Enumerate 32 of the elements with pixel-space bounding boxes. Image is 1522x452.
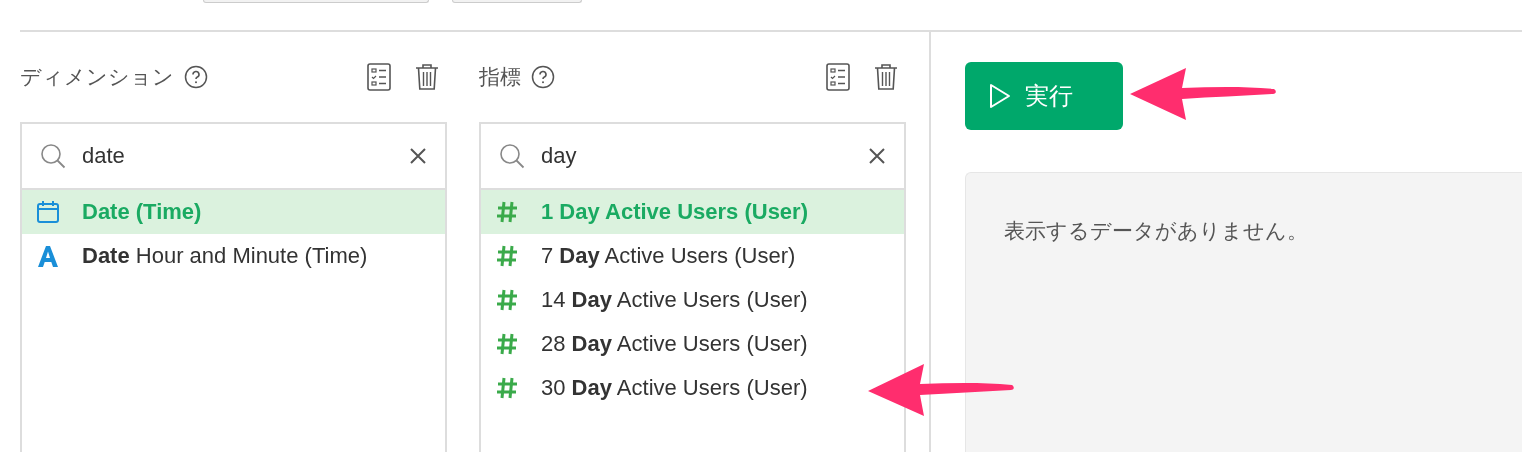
list-item[interactable]: 14 Day Active Users (User) bbox=[481, 278, 814, 322]
list-item[interactable]: 30 Day Active Users (User) bbox=[481, 366, 814, 410]
list-item[interactable]: 28 Day Active Users (User) bbox=[481, 322, 814, 366]
hash-icon bbox=[495, 288, 519, 312]
list-item[interactable]: Date Hour and Minute (Time) bbox=[22, 234, 374, 278]
help-icon[interactable] bbox=[531, 65, 555, 89]
trash-icon bbox=[415, 63, 439, 91]
hash-icon bbox=[495, 376, 519, 400]
calendar-icon bbox=[36, 200, 60, 224]
select-list-button[interactable] bbox=[367, 63, 391, 91]
search-field[interactable]: day bbox=[539, 142, 854, 170]
delete-button[interactable] bbox=[874, 63, 898, 91]
checklist-icon bbox=[367, 63, 391, 91]
hash-icon bbox=[495, 200, 519, 224]
search-icon bbox=[40, 143, 66, 169]
delete-button[interactable] bbox=[415, 63, 439, 91]
close-icon[interactable] bbox=[868, 147, 886, 165]
list-item[interactable]: 7 Day Active Users (User) bbox=[481, 234, 802, 278]
panel-title: ディメンション bbox=[20, 64, 174, 90]
trash-icon bbox=[874, 63, 898, 91]
panel-title: 指標 bbox=[479, 64, 521, 90]
empty-message: 表示するデータがありません。 bbox=[1004, 219, 1308, 243]
play-icon bbox=[989, 83, 1011, 109]
hash-icon bbox=[495, 332, 519, 356]
search-icon bbox=[499, 143, 525, 169]
search-field[interactable]: date bbox=[80, 142, 395, 170]
help-icon[interactable] bbox=[184, 65, 208, 89]
hash-icon bbox=[495, 244, 519, 268]
close-icon[interactable] bbox=[409, 147, 427, 165]
select-list-button[interactable] bbox=[826, 63, 850, 91]
letter-type-icon bbox=[36, 244, 60, 268]
checklist-icon bbox=[826, 63, 850, 91]
